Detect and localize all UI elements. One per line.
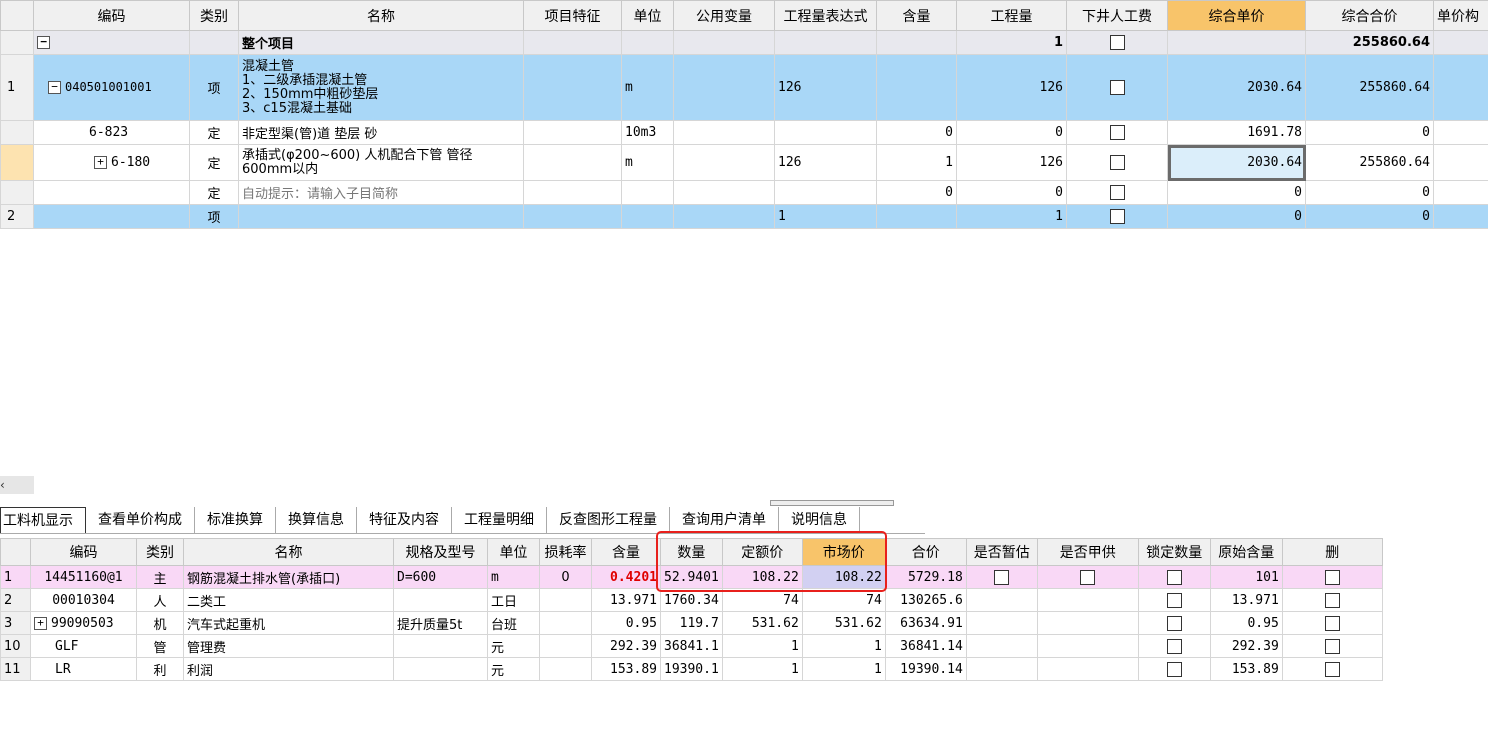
table-row[interactable]: − 整个项目 1 255860.64 [0, 30, 1488, 55]
well-labor-checkbox[interactable] [1109, 125, 1125, 140]
col-header-type[interactable]: 类别 [136, 538, 184, 566]
minus-box-icon[interactable]: − [48, 81, 61, 94]
col-header-feature[interactable]: 项目特征 [523, 0, 622, 31]
resource-header-row: 编码 类别 名称 规格及型号 单位 损耗率 含量 数量 定额价 市场价 合价 是… [0, 538, 1383, 566]
row-name[interactable]: 非定型渠(管)道 垫层 砂 [238, 120, 524, 145]
lock-qty-checkbox[interactable] [1166, 569, 1182, 585]
col-header-price-comp[interactable]: 单价构 [1433, 0, 1488, 31]
delete-checkbox[interactable] [1324, 615, 1340, 631]
col-header-content[interactable]: 含量 [876, 0, 957, 31]
well-labor-checkbox[interactable] [1109, 155, 1125, 170]
table-row[interactable]: 6-823 定 非定型渠(管)道 垫层 砂 10m3 0 0 1691.78 0 [0, 120, 1488, 145]
row-number[interactable] [0, 30, 34, 55]
table-row[interactable]: 2 项 1 1 0 0 [0, 204, 1488, 229]
row-number[interactable] [0, 144, 34, 181]
plus-box-icon[interactable]: + [34, 616, 47, 630]
col-header-original-content[interactable]: 原始含量 [1209, 538, 1283, 566]
boq-grid: 编码 类别 名称 项目特征 单位 公用变量 工程量表达式 含量 工程量 下井人工… [0, 0, 1488, 229]
detail-tabs: 工料机显示 查看单价构成 标准换算 换算信息 特征及内容 工程量明细 反查图形工… [0, 507, 925, 534]
col-header-name[interactable]: 名称 [238, 0, 524, 31]
tab-unit-price-composition[interactable]: 查看单价构成 [86, 507, 195, 533]
col-header-market-price[interactable]: 市场价 [801, 538, 886, 566]
lock-qty-checkbox[interactable] [1166, 638, 1182, 654]
col-header-provisional[interactable]: 是否暂估 [965, 538, 1038, 566]
lock-qty-checkbox[interactable] [1166, 615, 1182, 631]
tab-features-content[interactable]: 特征及内容 [357, 507, 452, 533]
col-header-quota-price[interactable]: 定额价 [721, 538, 803, 566]
col-header-total[interactable]: 综合合价 [1305, 0, 1434, 31]
col-header-quantity[interactable]: 工程量 [956, 0, 1067, 31]
table-row[interactable]: 2 00010304 人 二类工 工日 13.971 1760.34 74 74… [0, 588, 1383, 612]
col-header-code[interactable]: 编码 [30, 538, 137, 566]
delete-checkbox[interactable] [1324, 569, 1340, 585]
tab-reverse-graphic-quantity[interactable]: 反查图形工程量 [547, 507, 670, 533]
delete-checkbox[interactable] [1324, 592, 1340, 608]
boq-header-row: 编码 类别 名称 项目特征 单位 公用变量 工程量表达式 含量 工程量 下井人工… [0, 0, 1488, 31]
lock-qty-checkbox[interactable] [1166, 592, 1182, 608]
row-name[interactable]: 整个项目 [238, 30, 524, 55]
delete-checkbox[interactable] [1324, 661, 1340, 677]
well-labor-checkbox[interactable] [1109, 185, 1125, 200]
well-labor-checkbox[interactable] [1109, 35, 1125, 50]
tab-description-info[interactable]: 说明信息 [779, 507, 860, 533]
col-header-total[interactable]: 合价 [884, 538, 967, 566]
col-header-unit-price[interactable]: 综合单价 [1167, 0, 1306, 31]
col-header-content[interactable]: 含量 [591, 538, 661, 566]
resource-grid: 编码 类别 名称 规格及型号 单位 损耗率 含量 数量 定额价 市场价 合价 是… [0, 538, 1383, 681]
col-header-name[interactable]: 名称 [183, 538, 394, 566]
col-header-expr[interactable]: 工程量表达式 [774, 0, 877, 31]
corner-cell[interactable] [0, 538, 31, 566]
tab-standard-conversion[interactable]: 标准换算 [195, 507, 276, 533]
table-row[interactable]: 1 14451160@1 主 钢筋混凝土排水管(承插口) D=600 m 0 0… [0, 565, 1383, 589]
col-header-unit[interactable]: 单位 [621, 0, 674, 31]
col-header-spec[interactable]: 规格及型号 [393, 538, 488, 566]
row-name[interactable] [238, 204, 524, 229]
tab-labor-material-machine[interactable]: 工料机显示 [0, 507, 86, 533]
provisional-checkbox[interactable] [994, 569, 1010, 585]
unit-price-cell-focused[interactable]: 2030.64 [1167, 144, 1306, 181]
col-header-loss-rate[interactable]: 损耗率 [539, 538, 592, 566]
row-name-hint[interactable]: 自动提示：请输入子目简称 [238, 180, 524, 205]
delete-checkbox[interactable] [1324, 638, 1340, 654]
table-row[interactable]: 3 +99090503 机 汽车式起重机 提升质量5t 台班 0.95 119.… [0, 611, 1383, 635]
owner-supplied-checkbox[interactable] [1080, 569, 1096, 585]
table-row[interactable]: 10 GLF 管 管理费 元 292.39 36841.1 1 1 36841.… [0, 634, 1383, 658]
col-header-lock-qty[interactable]: 锁定数量 [1137, 538, 1211, 566]
chevron-left-icon[interactable]: ‹ [0, 478, 5, 492]
pane-splitter[interactable] [770, 500, 894, 506]
well-labor-checkbox[interactable] [1109, 209, 1125, 224]
col-header-type[interactable]: 类别 [189, 0, 239, 31]
col-header-quantity[interactable]: 数量 [660, 538, 723, 566]
tab-conversion-info[interactable]: 换算信息 [276, 507, 357, 533]
col-header-well-labor[interactable]: 下井人工费 [1066, 0, 1168, 31]
row-name[interactable]: 承插式(φ200~600) 人机配合下管 管径600mm以内 [238, 144, 524, 181]
row-number[interactable]: 1 [0, 54, 34, 121]
table-row[interactable]: 11 LR 利 利润 元 153.89 19390.1 1 1 19390.14… [0, 657, 1383, 681]
col-header-owner-supplied[interactable]: 是否甲供 [1036, 538, 1139, 566]
col-header-unit[interactable]: 单位 [487, 538, 540, 566]
tab-query-user-list[interactable]: 查询用户清单 [670, 507, 779, 533]
row-number[interactable]: 2 [0, 204, 34, 229]
tab-quantity-detail[interactable]: 工程量明细 [452, 507, 547, 533]
col-header-code[interactable]: 编码 [33, 0, 190, 31]
row-name[interactable]: 混凝土管 1、二级承插混凝土管 2、150mm中粗砂垫层 3、c15混凝土基础 [238, 54, 524, 121]
lock-qty-checkbox[interactable] [1166, 661, 1182, 677]
table-row[interactable]: 1 −040501001001 项 混凝土管 1、二级承插混凝土管 2、150m… [0, 54, 1488, 121]
col-header-delete[interactable]: 删 [1281, 538, 1383, 566]
row-number[interactable] [0, 120, 34, 145]
plus-box-icon[interactable]: + [94, 156, 107, 169]
row-number[interactable] [0, 180, 34, 205]
table-row[interactable]: +6-180 定 承插式(φ200~600) 人机配合下管 管径600mm以内 … [0, 144, 1488, 181]
col-header-shared-var[interactable]: 公用变量 [673, 0, 775, 31]
horizontal-scrollbar[interactable] [0, 476, 34, 494]
table-row[interactable]: 定 自动提示：请输入子目简称 0 0 0 0 [0, 180, 1488, 205]
minus-box-icon[interactable]: − [37, 36, 50, 49]
corner-cell[interactable] [0, 0, 34, 31]
well-labor-checkbox[interactable] [1109, 80, 1125, 95]
